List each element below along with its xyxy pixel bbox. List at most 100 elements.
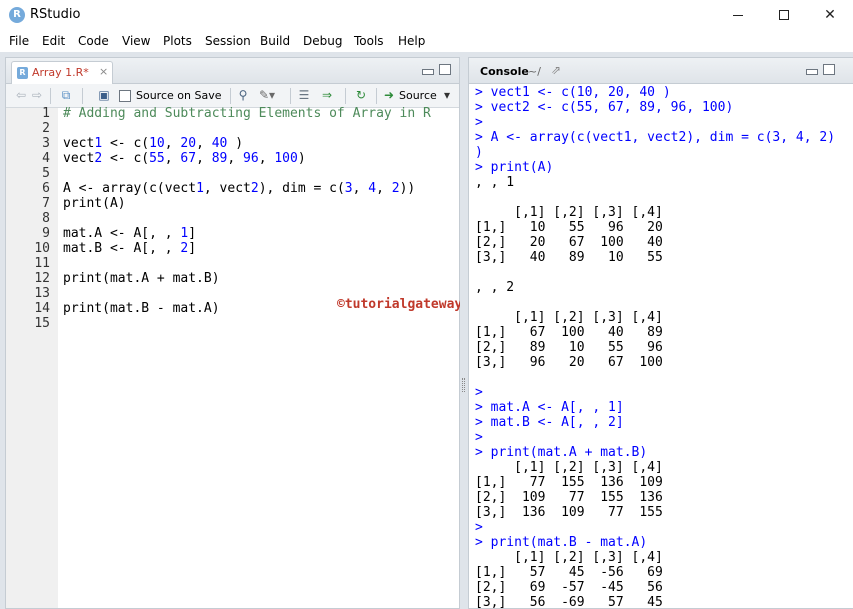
- line-number: 4: [42, 151, 50, 166]
- console-output-line: [1,] 10 55 96 20: [475, 220, 663, 235]
- code-line[interactable]: mat.A <- A[, , 1]: [63, 226, 196, 241]
- line-number: 3: [42, 136, 50, 151]
- menu-help[interactable]: Help: [398, 34, 425, 48]
- working-directory: ~/: [528, 65, 541, 78]
- console-output-line: [1,] 77 155 136 109: [475, 475, 663, 490]
- code-line[interactable]: # Adding and Subtracting Elements of Arr…: [63, 106, 431, 121]
- close-button[interactable]: ✕: [807, 0, 853, 30]
- console-output-line: [,1] [,2] [,3] [,4]: [475, 550, 663, 565]
- source-on-save-checkbox[interactable]: [119, 90, 131, 102]
- line-number: 8: [42, 211, 50, 226]
- chevron-down-icon[interactable]: ▾: [442, 88, 452, 103]
- pane-minimize-icon[interactable]: [806, 69, 818, 75]
- pane-maximize-icon[interactable]: [439, 64, 451, 75]
- maximize-icon: [779, 10, 789, 20]
- line-number: 1: [42, 106, 50, 121]
- console-output-line: [1,] 67 100 40 89: [475, 325, 663, 340]
- line-number: 6: [42, 181, 50, 196]
- line-number: 5: [42, 166, 50, 181]
- line-number: 12: [34, 271, 50, 286]
- tab-close-icon[interactable]: ×: [99, 65, 108, 78]
- console-input-line: > vect1 <- c(10, 20, 40 ): [475, 85, 671, 100]
- code-tools-wand-icon[interactable]: ✎▾: [256, 88, 278, 103]
- source-on-save-label[interactable]: Source on Save: [136, 89, 221, 102]
- splitter-grip-icon[interactable]: [462, 378, 465, 392]
- menu-code[interactable]: Code: [78, 34, 109, 48]
- source-button[interactable]: Source: [399, 89, 437, 102]
- pane-minimize-icon[interactable]: [422, 69, 434, 75]
- toolbar-divider: [290, 88, 291, 104]
- menu-session[interactable]: Session: [205, 34, 251, 48]
- line-number: 7: [42, 196, 50, 211]
- editor-tab-array-1[interactable]: R Array 1.R* ×: [11, 61, 113, 84]
- rerun-icon[interactable]: ↻: [352, 88, 370, 103]
- console-input-line: >: [475, 385, 483, 400]
- menu-debug[interactable]: Debug: [303, 34, 342, 48]
- minimize-icon: [733, 14, 743, 16]
- code-line[interactable]: print(mat.B - mat.A): [63, 301, 220, 316]
- forward-arrow-icon[interactable]: ⇨: [30, 88, 44, 103]
- console-input-line: >: [475, 430, 483, 445]
- back-arrow-icon[interactable]: ⇦: [14, 88, 28, 103]
- menu-view[interactable]: View: [122, 34, 150, 48]
- search-icon[interactable]: ⚲: [235, 88, 251, 103]
- toolbar-divider: [345, 88, 346, 104]
- line-number: 10: [34, 241, 50, 256]
- maximize-button[interactable]: [761, 0, 807, 30]
- code-line[interactable]: vect1 <- c(10, 20, 40 ): [63, 136, 243, 151]
- run-line-icon[interactable]: ⇒: [318, 88, 336, 103]
- toolbar-divider: [82, 88, 83, 104]
- go-to-directory-icon[interactable]: ⇗: [551, 63, 561, 77]
- console-input-line: > print(mat.A + mat.B): [475, 445, 648, 460]
- console-output-line: , , 2: [475, 280, 515, 295]
- menu-build[interactable]: Build: [260, 34, 290, 48]
- pane-splitter[interactable]: [460, 52, 468, 609]
- console-output-line: [3,] 40 89 10 55: [475, 250, 663, 265]
- console-output[interactable]: > vect1 <- c(10, 20, 40 ) > vect2 <- c(55…: [469, 85, 853, 609]
- menu-tools[interactable]: Tools: [354, 34, 384, 48]
- pane-maximize-icon[interactable]: [823, 64, 835, 75]
- console-output-line: [3,] 136 109 77 155: [475, 505, 663, 520]
- toolbar-divider: [50, 88, 51, 104]
- code-line[interactable]: print(A): [63, 196, 126, 211]
- console-output-line: [2,] 109 77 155 136: [475, 490, 663, 505]
- line-number: 15: [34, 316, 50, 331]
- console-output-line: [2,] 69 -57 -45 56: [475, 580, 663, 595]
- line-number: 11: [34, 256, 50, 271]
- code-line[interactable]: print(mat.A + mat.B): [63, 271, 220, 286]
- toolbar-divider: [230, 88, 231, 104]
- menu-plots[interactable]: Plots: [163, 34, 192, 48]
- console-output-line: [1,] 57 45 -56 69: [475, 565, 663, 580]
- editor-toolbar: ⇦ ⇨ ⧉ ▣ Source on Save ⚲ ✎▾ ☰ ⇒ ↻ ➜ Sour…: [6, 84, 459, 108]
- menu-bar: File Edit Code View Plots Session Build …: [0, 30, 853, 52]
- console-pane: Console ~/ ⇗ > vect1 <- c(10, 20, 40 ) > …: [468, 57, 853, 609]
- show-in-window-icon[interactable]: ⧉: [58, 88, 74, 103]
- compile-report-icon[interactable]: ☰: [296, 88, 312, 103]
- console-input-line: >: [475, 115, 483, 130]
- minimize-button[interactable]: [715, 0, 761, 30]
- code-line[interactable]: A <- array(c(vect1, vect2), dim = c(3, 4…: [63, 181, 415, 196]
- console-output-line: [2,] 20 67 100 40: [475, 235, 663, 250]
- console-output-line: [,1] [,2] [,3] [,4]: [475, 460, 663, 475]
- toolbar-divider: [376, 88, 377, 104]
- console-input-line: ): [475, 145, 483, 160]
- menu-edit[interactable]: Edit: [42, 34, 65, 48]
- title-bar: R RStudio ✕: [0, 0, 853, 30]
- console-output-line: [,1] [,2] [,3] [,4]: [475, 310, 663, 325]
- console-output-line: [3,] 96 20 67 100: [475, 355, 663, 370]
- console-input-line: >: [475, 520, 483, 535]
- window-title: RStudio: [30, 7, 81, 22]
- line-number: 14: [34, 301, 50, 316]
- console-output-line: [,1] [,2] [,3] [,4]: [475, 205, 663, 220]
- console-tab-label[interactable]: Console: [480, 65, 529, 78]
- source-icon[interactable]: ➜: [381, 88, 397, 103]
- save-icon[interactable]: ▣: [96, 88, 112, 103]
- code-line[interactable]: mat.B <- A[, , 2]: [63, 241, 196, 256]
- menu-file[interactable]: File: [9, 34, 29, 48]
- console-input-line: > mat.A <- A[, , 1]: [475, 400, 624, 415]
- console-output-line: [2,] 89 10 55 96: [475, 340, 663, 355]
- r-file-icon: R: [17, 67, 28, 79]
- source-editor-pane: R Array 1.R* × ⇦ ⇨ ⧉ ▣ Source on Save ⚲ …: [5, 57, 460, 609]
- console-input-line: > A <- array(c(vect1, vect2), dim = c(3,…: [475, 130, 836, 145]
- code-line[interactable]: vect2 <- c(55, 67, 89, 96, 100): [63, 151, 306, 166]
